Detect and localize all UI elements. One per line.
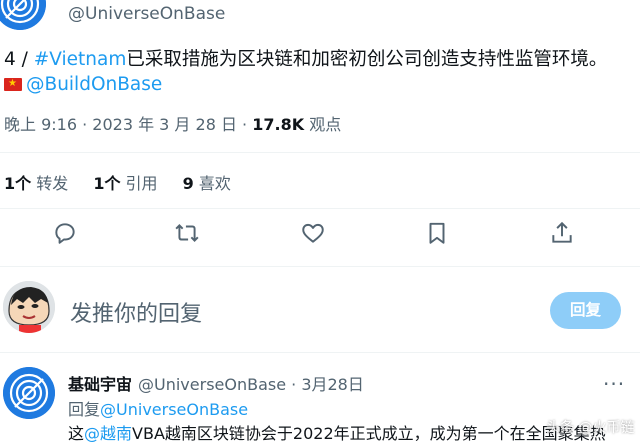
engagement-stats: 1个 转发 1个 引用 9 喜欢 — [4, 170, 251, 194]
quotes-stat[interactable]: 1个 引用 — [93, 174, 157, 193]
reply-text: 这@越南VBA越南区块链协会于2022年正式成立，成为第一个在全国聚集热 — [68, 424, 606, 443]
universe-logo-icon — [3, 367, 55, 419]
universe-logo-icon — [0, 0, 46, 30]
mention-link[interactable]: @BuildOnBase — [26, 74, 162, 95]
divider — [0, 208, 640, 209]
bookmark-icon[interactable] — [424, 220, 450, 246]
tweet-timestamp[interactable]: 晚上 9:16 · 2023 年 3 月 28 日 · — [4, 115, 252, 134]
retweet-icon[interactable] — [174, 220, 200, 246]
reply-author-name[interactable]: 基础宇宙 — [68, 371, 132, 395]
author-handle[interactable]: @UniverseOnBase — [68, 4, 225, 24]
tweet-text: 4 / #Vietnam已采取措施为区块链和加密初创公司创造支持性监管环境。 @… — [4, 47, 636, 97]
tweet-prefix: 4 / — [4, 49, 34, 70]
reply-icon[interactable] — [52, 220, 78, 246]
hashtag-link[interactable]: #Vietnam — [34, 49, 127, 70]
reply-button[interactable]: 回复 — [550, 292, 621, 329]
view-label: 观点 — [304, 115, 342, 134]
user-avatar[interactable] — [3, 281, 55, 333]
action-bar — [0, 220, 640, 252]
tweet-meta: 晚上 9:16 · 2023 年 3 月 28 日 · 17.8K 观点 — [4, 111, 341, 135]
divider — [0, 266, 640, 267]
tweet-body: 已采取措施为区块链和加密初创公司创造支持性监管环境。 — [126, 49, 608, 70]
more-options-icon[interactable]: ··· — [603, 372, 625, 396]
profile-avatar[interactable] — [0, 0, 46, 30]
reply-input[interactable]: 发推你的回复 — [70, 296, 202, 328]
replying-to: 回复@UniverseOnBase — [68, 396, 248, 420]
replying-to-label: 回复 — [68, 400, 101, 419]
share-icon[interactable] — [549, 220, 575, 246]
mention-link[interactable]: @越南 — [84, 424, 132, 443]
view-count: 17.8K — [252, 115, 305, 134]
replying-to-handle[interactable]: @UniverseOnBase — [100, 400, 248, 419]
watermark: 头条 @火币链 — [546, 420, 635, 436]
likes-stat[interactable]: 9 喜欢 — [183, 174, 231, 193]
retweets-stat[interactable]: 1个 转发 — [4, 174, 68, 193]
reply-author-handle-time[interactable]: @UniverseOnBase · 3月28日 — [138, 371, 364, 395]
like-icon[interactable] — [300, 220, 326, 246]
divider — [0, 152, 640, 153]
vietnam-flag-icon — [4, 77, 22, 91]
reply-author-avatar[interactable] — [3, 367, 55, 419]
divider — [0, 352, 640, 353]
cartoon-avatar-icon — [3, 281, 55, 333]
